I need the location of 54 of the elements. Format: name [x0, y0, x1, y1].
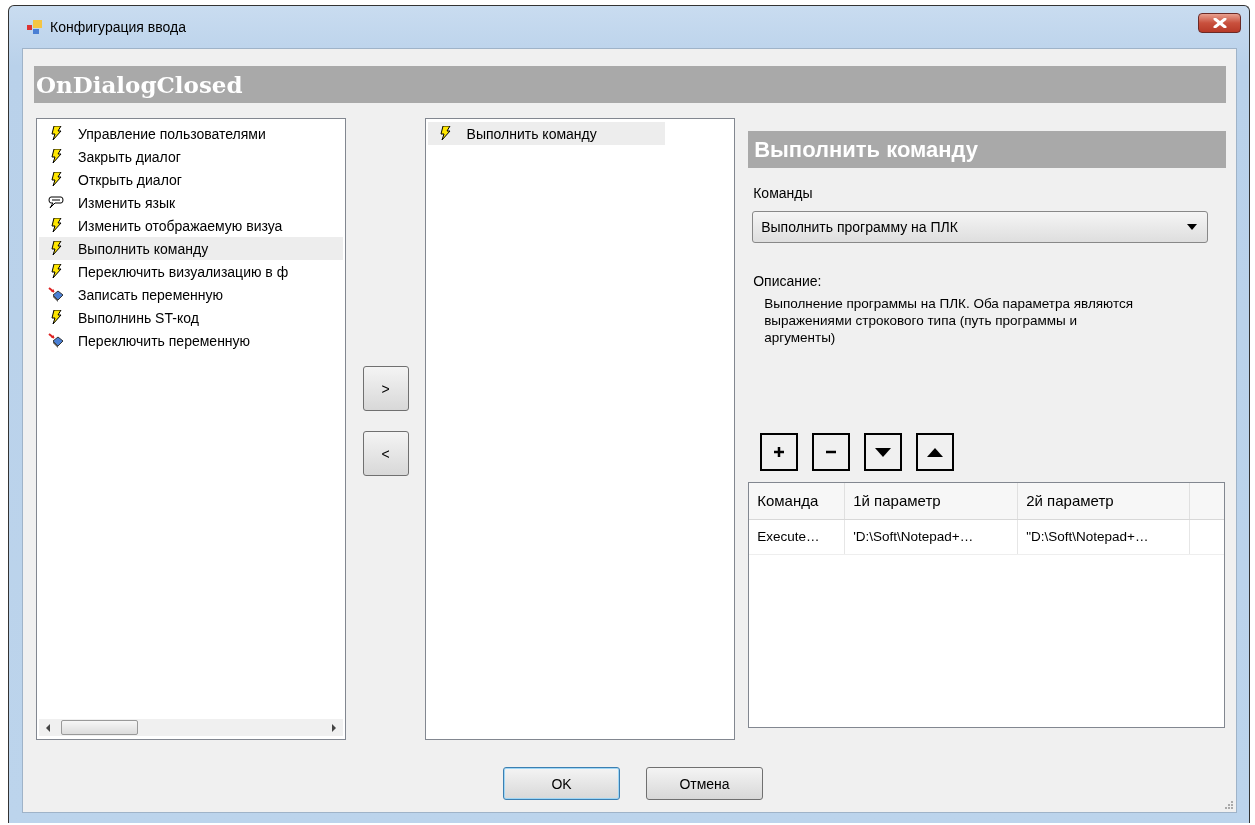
table-cell: 'D:\Soft\Notepad+… [845, 520, 1019, 554]
ok-button[interactable]: OK [503, 767, 620, 800]
commands-label: Команды [753, 185, 814, 201]
move-down-button[interactable] [864, 433, 903, 471]
remove-button[interactable] [812, 433, 851, 471]
move-button[interactable]: < [362, 431, 409, 476]
list-item[interactable]: Выполнинь ST-код [39, 306, 343, 329]
app-icon [27, 19, 43, 35]
move-button[interactable]: > [362, 366, 409, 411]
lightning-icon [48, 126, 64, 141]
close-icon [1212, 18, 1227, 28]
command-dropdown[interactable]: Выполнить программу на ПЛК [752, 211, 1209, 243]
up-triangle-icon [927, 447, 944, 457]
list-item[interactable]: Изменить язык [39, 191, 343, 214]
list-item[interactable]: Закрыть диалог [39, 145, 343, 168]
list-item[interactable]: Управление пользователями [39, 122, 343, 145]
list-item[interactable]: Переключить переменную [39, 329, 343, 352]
lightning-icon [48, 241, 64, 256]
description-label: Описание: [753, 273, 823, 289]
move-up-button[interactable] [916, 433, 955, 471]
table-cell: Execute… [749, 520, 846, 554]
down-triangle-icon [875, 447, 892, 457]
speech-bubble-icon [48, 195, 64, 210]
close-button[interactable] [1198, 13, 1241, 33]
list-item[interactable]: Выполнить команду [39, 237, 343, 260]
window-title: Конфигурация ввода [50, 19, 187, 35]
scroll-left-icon[interactable] [45, 723, 51, 732]
dropdown-caret-icon [1187, 224, 1198, 230]
list-item[interactable]: Переключить визуализацию в ф [39, 260, 343, 283]
lightning-icon [48, 149, 64, 164]
list-item[interactable]: Открыть диалог [39, 168, 343, 191]
lightning-icon [48, 172, 64, 187]
resize-grip-icon[interactable] [1225, 801, 1233, 809]
panel-title: Выполнить команду [748, 131, 1226, 168]
event-header: OnDialogClosed [34, 66, 1226, 103]
column-header[interactable]: 1й параметр [845, 483, 1019, 519]
cancel-button[interactable]: Отмена [646, 767, 763, 800]
horizontal-scrollbar[interactable] [39, 719, 343, 736]
list-item[interactable]: Изменить отображаемую визуа [39, 214, 343, 237]
table-cell: "D:\Soft\Notepad+… [1018, 520, 1191, 554]
variable-icon [48, 287, 64, 302]
lightning-icon [48, 310, 64, 325]
scroll-thumb[interactable] [61, 720, 138, 735]
plus-icon [773, 446, 786, 458]
column-header[interactable]: Команда [749, 483, 846, 519]
list-item[interactable]: Выполнить команду [427, 122, 665, 145]
lightning-icon [48, 218, 64, 233]
add-button[interactable] [760, 433, 799, 471]
lightning-icon [48, 264, 64, 279]
list-item[interactable]: Записать переменную [39, 283, 343, 306]
scroll-right-icon[interactable] [330, 723, 337, 732]
column-header[interactable]: 2й параметр [1018, 483, 1191, 519]
description-text: Выполнение программы на ПЛК. Оба параметра являются выражениями строкового типа (путь программы и аргументы) [764, 295, 1135, 346]
variable-icon [48, 333, 64, 348]
